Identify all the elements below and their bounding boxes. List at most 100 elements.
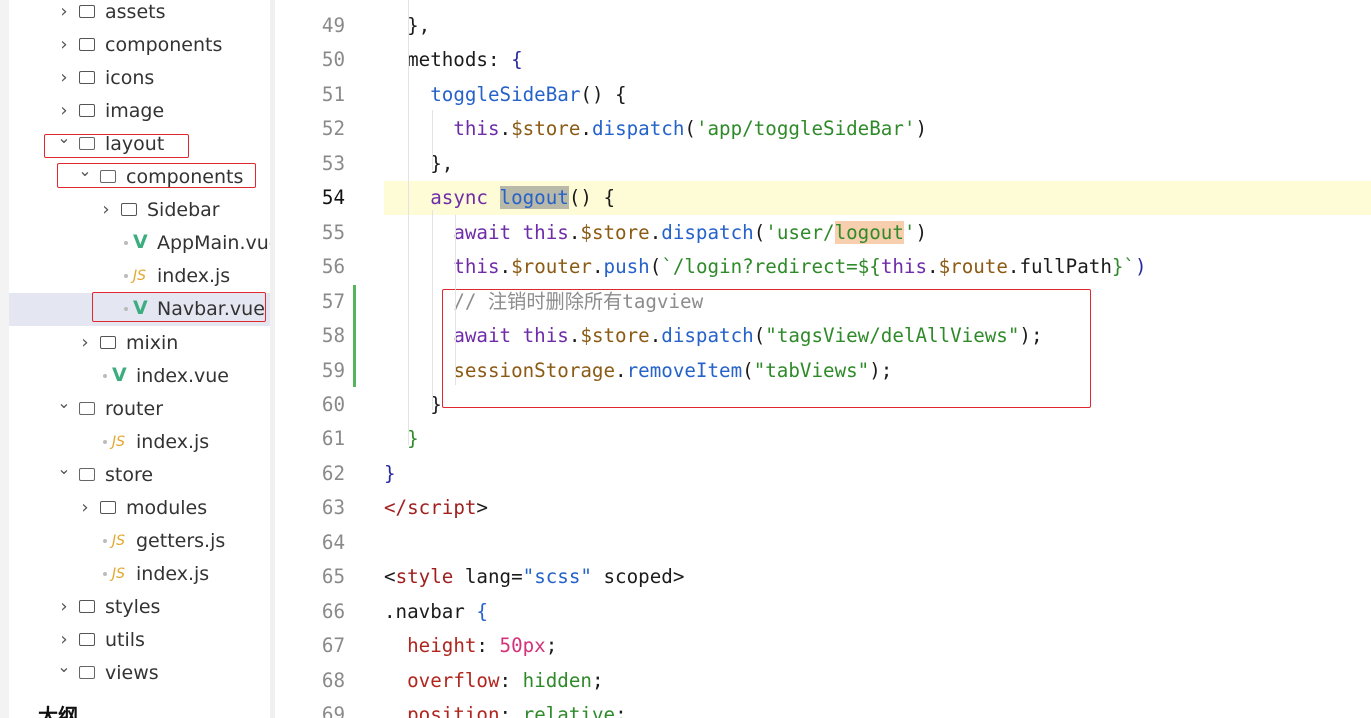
- code-line[interactable]: 56 this.$router.push(`/login?redirect=${…: [275, 250, 1371, 284]
- chevron-right-icon[interactable]: ›: [57, 597, 71, 616]
- code-line[interactable]: 69 position: relative;: [275, 698, 1371, 718]
- code-token: .: [591, 255, 604, 279]
- code-line[interactable]: 61 }: [275, 422, 1371, 456]
- chevron-right-icon[interactable]: ›: [99, 201, 113, 219]
- code-token: toggleSideBar: [430, 82, 581, 106]
- code-line[interactable]: 52 this.$store.dispatch('app/toggleSideB…: [275, 112, 1371, 146]
- tree-item[interactable]: › utils: [9, 624, 270, 657]
- code-line[interactable]: 66 .navbar {: [275, 595, 1371, 629]
- code-line[interactable]: 59 sessionStorage.removeItem("tabViews")…: [275, 354, 1371, 388]
- folder-open-icon: [79, 666, 95, 679]
- line-number: 63: [321, 496, 345, 520]
- tree-item[interactable]: ⌄ store: [9, 459, 270, 492]
- vue-file-icon: V: [112, 363, 127, 386]
- code-text: <style lang="scss" scoped>: [384, 565, 684, 589]
- code-line[interactable]: 57 // 注销时删除所有tagview: [275, 285, 1371, 319]
- chevron-down-icon[interactable]: ⌄: [57, 393, 71, 412]
- tree-item[interactable]: › Sidebar: [9, 194, 270, 227]
- tree-item[interactable]: ⌄ layout: [9, 128, 270, 161]
- tree-item[interactable]: ⌄ components: [9, 161, 270, 194]
- tree-item[interactable]: ⌄ router: [9, 393, 270, 426]
- chevron-down-icon[interactable]: ⌄: [57, 658, 71, 676]
- tree-indent-dot: [103, 373, 107, 378]
- code-token: $store: [580, 324, 650, 348]
- file-explorer: › assets › components › icons › image ⌄ layout ⌄ co…: [0, 0, 270, 718]
- chevron-right-icon[interactable]: ›: [57, 102, 71, 120]
- tree-item-label: assets: [105, 1, 166, 23]
- tree-item-label: components: [105, 34, 223, 57]
- code-token: :: [499, 703, 523, 718]
- code-text: position: relative;: [384, 703, 627, 718]
- chevron-right-icon[interactable]: ›: [57, 630, 71, 649]
- code-token: await: [453, 324, 523, 348]
- folder-icon: [79, 632, 95, 646]
- tree-item[interactable]: › modules: [9, 492, 270, 525]
- code-line[interactable]: 64: [275, 526, 1371, 560]
- code-token: }`: [1111, 255, 1135, 279]
- tree-item[interactable]: JS getters.js: [9, 525, 270, 558]
- chevron-right-icon[interactable]: ›: [57, 69, 71, 87]
- chevron-right-icon[interactable]: ›: [78, 498, 92, 517]
- tree-item[interactable]: JS index.js: [9, 426, 270, 459]
- code-editor[interactable]: 49 }, 50 methods: {51 toggleSideBar() {52…: [275, 0, 1371, 718]
- chevron-right-icon[interactable]: ›: [57, 36, 71, 54]
- tree-item[interactable]: V AppMain.vue: [9, 227, 270, 260]
- code-line[interactable]: 55 await this.$store.dispatch('user/logo…: [275, 216, 1371, 250]
- code-line[interactable]: 53 },: [275, 147, 1371, 181]
- code-token: lang=: [453, 565, 523, 589]
- folder-icon: [79, 104, 95, 118]
- tree-item-label: views: [105, 662, 159, 684]
- code-line[interactable]: 58 await this.$store.dispatch("tagsView/…: [275, 319, 1371, 353]
- chevron-down-icon[interactable]: ⌄: [57, 459, 71, 478]
- tree-item[interactable]: Vindex.vue: [9, 360, 270, 393]
- code-token: .: [568, 220, 581, 244]
- code-token: >: [476, 496, 488, 520]
- line-number: 57: [321, 289, 345, 313]
- code-line[interactable]: 62}: [275, 457, 1371, 491]
- chevron-right-icon[interactable]: ›: [57, 3, 71, 21]
- tree-item[interactable]: › image: [9, 95, 270, 128]
- tree-item[interactable]: › components: [9, 29, 270, 62]
- js-file-icon: JS: [112, 565, 126, 582]
- tree-item[interactable]: › icons: [9, 62, 270, 95]
- code-line[interactable]: 65 <style lang="scss" scoped>: [275, 560, 1371, 594]
- code-token: .: [615, 358, 627, 382]
- tree-indent-dot: [103, 439, 107, 444]
- code-line[interactable]: 54 async logout() {: [322, 181, 1371, 216]
- chevron-down-icon[interactable]: ⌄: [78, 162, 92, 180]
- code-token: (: [753, 220, 766, 244]
- tree-indent-dot: [103, 538, 107, 543]
- code-line[interactable]: 63 </script>: [275, 491, 1371, 525]
- code-token: ;: [591, 668, 604, 692]
- tree-item[interactable]: JS index.js: [9, 260, 270, 293]
- code-token: 'app/toggleSideBar': [695, 117, 916, 141]
- code-token: (: [742, 358, 754, 382]
- tree-item[interactable]: JS index.js: [9, 558, 270, 591]
- code-token: this: [453, 255, 500, 279]
- code-line[interactable]: 51 toggleSideBar() {: [275, 78, 1371, 112]
- tree-item[interactable]: ⌄ views: [9, 657, 270, 690]
- vue-file-icon: V: [133, 231, 148, 254]
- code-line[interactable]: 68 overflow: hidden;: [275, 664, 1371, 698]
- code-token: (: [684, 117, 696, 141]
- code-line[interactable]: 60 }: [275, 388, 1371, 422]
- chevron-right-icon[interactable]: ›: [78, 333, 92, 352]
- code-text: toggleSideBar() {: [384, 82, 626, 107]
- code-token: 50px: [499, 634, 546, 658]
- tree-item[interactable]: › assets: [9, 0, 270, 29]
- line-number: 61: [321, 427, 345, 451]
- code-line[interactable]: 49 },: [275, 9, 1371, 43]
- outline-section-title[interactable]: 大纲: [38, 700, 78, 718]
- code-line[interactable]: 50 methods: {: [275, 43, 1371, 77]
- code-token: push: [603, 255, 650, 279]
- code-line[interactable]: 67 height: 50px;: [275, 629, 1371, 663]
- code-text: overflow: hidden;: [384, 668, 604, 693]
- code-text: .navbar {: [384, 600, 488, 624]
- tree-item[interactable]: › styles: [9, 591, 270, 624]
- folder-icon: [79, 38, 95, 52]
- tree-item[interactable]: V Navbar.vue: [9, 293, 270, 327]
- chevron-down-icon[interactable]: ⌄: [57, 129, 71, 147]
- tree-item[interactable]: › mixin: [9, 327, 270, 360]
- code-text: sessionStorage.removeItem("tabViews");: [384, 359, 892, 383]
